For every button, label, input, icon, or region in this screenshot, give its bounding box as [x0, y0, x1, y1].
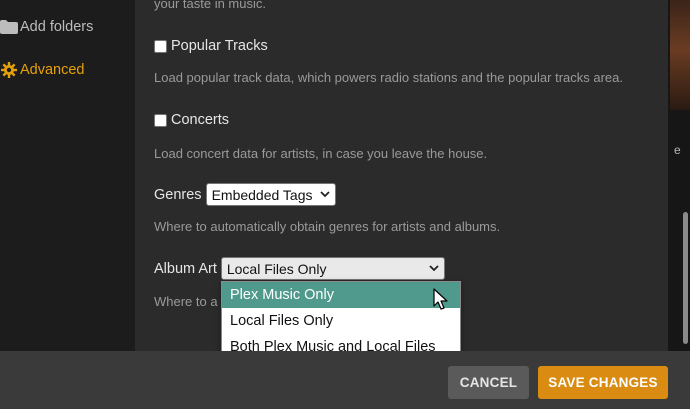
sidebar-item-add-folders[interactable]: Add folders	[0, 12, 135, 42]
genres-row: Genres Embedded Tags	[154, 183, 336, 206]
dropdown-option[interactable]: Plex Music Only	[222, 282, 460, 308]
album-art-dropdown: Plex Music Only Local Files Only Both Pl…	[221, 281, 461, 360]
genres-description: Where to automatically obtain genres for…	[154, 219, 501, 234]
setting-description: your taste in music.	[154, 0, 266, 11]
album-art-label: Album Art	[154, 260, 217, 277]
background-photo	[670, 0, 690, 110]
mouse-cursor-icon	[433, 288, 448, 310]
sidebar-item-label: Add folders	[20, 19, 94, 35]
genres-select[interactable]: Embedded Tags	[205, 183, 336, 206]
gear-icon	[0, 59, 20, 81]
cancel-button[interactable]: CANCEL	[448, 366, 529, 399]
concerts-label: Concerts	[171, 112, 230, 128]
dropdown-option[interactable]: Local Files Only	[222, 308, 460, 334]
popular-tracks-description: Load popular track data, which powers ra…	[154, 70, 623, 85]
sidebar-item-label: Advanced	[20, 62, 85, 78]
genres-select-value: Embedded Tags	[211, 186, 313, 203]
album-art-select-value: Local Files Only	[226, 260, 327, 277]
popular-tracks-label: Popular Tracks	[171, 38, 268, 54]
folder-icon	[0, 16, 20, 38]
album-art-row: Album Art Local Files Only	[154, 257, 445, 280]
concerts-description: Load concert data for artists, in case y…	[154, 146, 488, 161]
chevron-down-icon	[429, 263, 439, 275]
popular-tracks-row: Popular Tracks	[154, 38, 268, 54]
concerts-checkbox[interactable]	[154, 113, 167, 127]
genres-label: Genres	[154, 186, 202, 203]
save-changes-button[interactable]: SAVE CHANGES	[538, 366, 668, 399]
scrollbar[interactable]	[683, 212, 688, 344]
sidebar-item-advanced[interactable]: Advanced	[0, 55, 135, 85]
popular-tracks-checkbox[interactable]	[154, 39, 167, 53]
album-art-select[interactable]: Local Files Only	[220, 257, 445, 280]
sidebar: Add folders Advanced	[0, 0, 135, 351]
concerts-row: Concerts	[154, 112, 229, 128]
background-text: e	[674, 143, 681, 157]
chevron-down-icon	[319, 189, 330, 201]
album-art-description: Where to a	[154, 294, 218, 309]
